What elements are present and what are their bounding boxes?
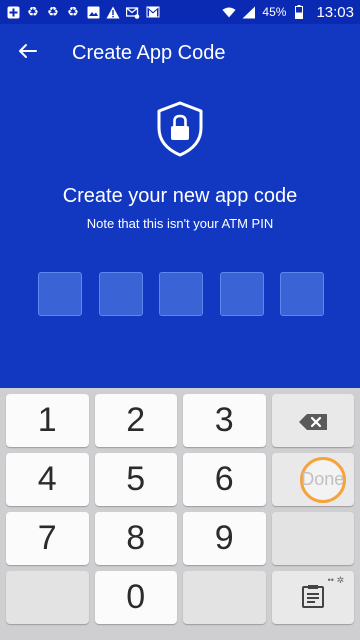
app-bar: Create App Code (0, 24, 360, 82)
recycle-icon: ♻ (47, 4, 59, 19)
key-1[interactable]: 1 (6, 394, 89, 447)
done-label: Done (299, 456, 346, 503)
key-4[interactable]: 4 (6, 453, 89, 506)
wifi-icon (222, 5, 236, 19)
key-8[interactable]: 8 (94, 512, 177, 565)
backspace-icon (298, 401, 328, 440)
done-key[interactable]: Done (271, 453, 354, 506)
key-0[interactable]: 0 (94, 571, 177, 624)
pin-digit-box[interactable] (159, 272, 203, 316)
pin-digit-box[interactable] (219, 272, 264, 316)
gmail-icon (146, 5, 160, 19)
pin-input[interactable] (38, 272, 324, 316)
clipboard-key[interactable]: •• ✲ (271, 571, 354, 624)
blank-key (271, 512, 354, 565)
blank-key (183, 571, 266, 624)
clock: 13:03 (316, 3, 354, 21)
key-9[interactable]: 9 (183, 512, 266, 565)
page-title: Create App Code (72, 41, 226, 64)
backspace-key[interactable] (271, 394, 354, 447)
plus-box-icon (6, 5, 20, 19)
back-button[interactable] (0, 24, 56, 82)
pin-digit-box[interactable] (98, 272, 143, 316)
blank-key (6, 571, 89, 624)
signal-icon (242, 5, 256, 19)
key-2[interactable]: 2 (94, 394, 177, 447)
key-5[interactable]: 5 (94, 453, 177, 506)
battery-icon (292, 5, 306, 19)
key-3[interactable]: 3 (183, 394, 266, 447)
atm-pin-note: Note that this isn't your ATM PIN (86, 216, 274, 231)
key-7[interactable]: 7 (6, 512, 89, 565)
headline: Create your new app code (62, 185, 298, 207)
recycle-icon: ♻ (27, 4, 39, 19)
pin-digit-box[interactable] (38, 272, 82, 316)
warning-icon (106, 5, 120, 19)
arrow-left-icon (18, 43, 38, 64)
battery-percent: 45% (262, 5, 287, 19)
shield-lock-icon (154, 100, 206, 158)
recycle-icon: ♻ (67, 4, 79, 19)
mail-settings-icon (126, 5, 140, 19)
settings-gear-icon: •• ✲ (327, 575, 344, 585)
status-bar: ♻ ♻ ♻ 45% 13:03 (0, 0, 360, 24)
pin-digit-box[interactable] (280, 272, 324, 316)
image-icon (86, 5, 100, 19)
clipboard-icon (301, 578, 324, 617)
numeric-keypad: 1 2 3 4 5 6 Done 7 8 9 0 •• ✲ (0, 388, 360, 640)
key-6[interactable]: 6 (183, 453, 266, 506)
